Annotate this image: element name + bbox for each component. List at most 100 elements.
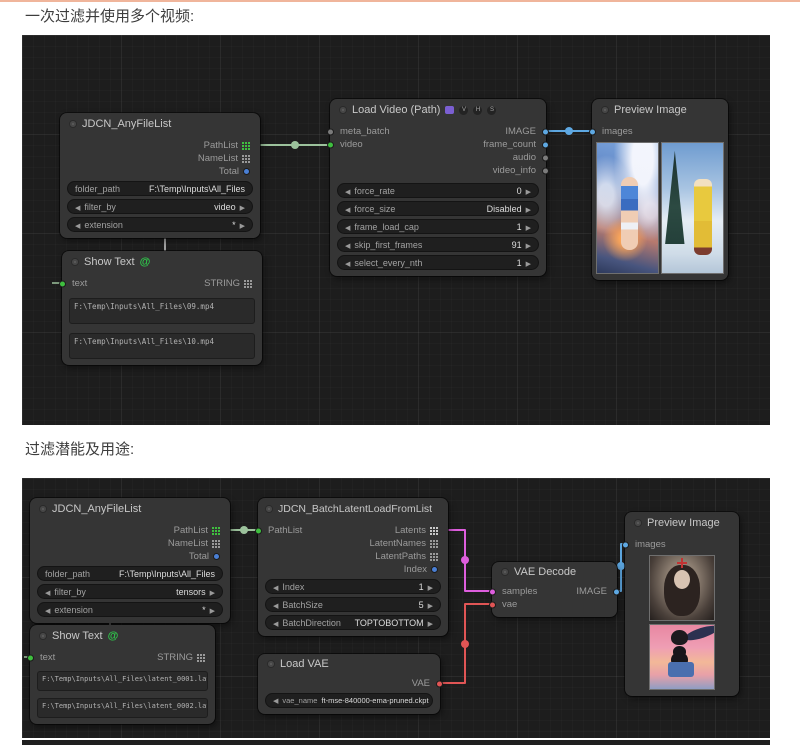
- node-load-vae[interactable]: Load VAE VAE vae_name ft-mse-840000-ema-…: [258, 654, 440, 714]
- widget-force-size[interactable]: force_size Disabled: [337, 201, 539, 216]
- output-dot-image[interactable]: [613, 588, 620, 595]
- arrow-left-icon[interactable]: [45, 587, 50, 597]
- link-dot[interactable]: [617, 562, 625, 570]
- node-jdcn-batch-latent-load[interactable]: JDCN_BatchLatentLoadFromList PathList La…: [258, 498, 448, 636]
- link-dot[interactable]: [291, 141, 299, 149]
- arrow-left-icon[interactable]: [345, 258, 350, 268]
- graph-canvas-1[interactable]: JDCN_AnyFileList PathList NameList Total…: [22, 35, 770, 425]
- arrow-right-icon[interactable]: [526, 186, 531, 196]
- collapse-dot-icon[interactable]: [39, 632, 47, 640]
- output-dot[interactable]: [243, 168, 250, 175]
- widget-frame-load-cap[interactable]: frame_load_cap 1: [337, 219, 539, 234]
- output-dot-audio[interactable]: [542, 154, 549, 161]
- arrow-right-icon[interactable]: [428, 582, 433, 592]
- list-output-icon[interactable]: [242, 142, 250, 150]
- node-title-bar[interactable]: JDCN_AnyFileList: [60, 113, 260, 135]
- input-dot-meta-batch[interactable]: [327, 128, 334, 135]
- widget-batchsize[interactable]: BatchSize 5: [265, 597, 441, 612]
- collapse-dot-icon[interactable]: [71, 258, 79, 266]
- arrow-left-icon[interactable]: [345, 204, 350, 214]
- collapse-dot-icon[interactable]: [267, 660, 275, 668]
- input-dot-vae[interactable]: [489, 601, 496, 608]
- node-title-bar[interactable]: Show Text: [62, 251, 262, 273]
- widget-extension[interactable]: extension *: [67, 217, 253, 232]
- arrow-left-icon[interactable]: [273, 618, 278, 628]
- input-dot-images[interactable]: [622, 541, 629, 548]
- arrow-left-icon[interactable]: [345, 186, 350, 196]
- output-dot-frame-count[interactable]: [542, 141, 549, 148]
- widget-folder-path[interactable]: folder_path F:\Temp\Inputs\All_Files: [67, 181, 253, 196]
- arrow-left-icon[interactable]: [345, 240, 350, 250]
- link-dot[interactable]: [461, 556, 469, 564]
- list-output-icon[interactable]: [430, 553, 438, 561]
- showtext-line-1[interactable]: F:\Temp\Inputs\All_Files\09.mp4: [69, 298, 255, 324]
- node-preview-image[interactable]: Preview Image images: [625, 512, 739, 696]
- node-title-bar[interactable]: Load VAE: [258, 654, 440, 674]
- widget-index[interactable]: Index 1: [265, 579, 441, 594]
- input-dot-text[interactable]: [27, 654, 34, 661]
- node-title-bar[interactable]: JDCN_BatchLatentLoadFromList: [258, 498, 448, 520]
- arrow-right-icon[interactable]: [526, 222, 531, 232]
- node-jdcn-anyfilelist[interactable]: JDCN_AnyFileList PathList NameList Total…: [30, 498, 230, 623]
- output-dot[interactable]: [213, 553, 220, 560]
- output-dot-vae[interactable]: [436, 680, 443, 687]
- arrow-left-icon[interactable]: [45, 605, 50, 615]
- list-output-icon[interactable]: [244, 280, 252, 288]
- collapse-dot-icon[interactable]: [265, 505, 273, 513]
- widget-extension[interactable]: extension *: [37, 602, 223, 617]
- input-dot-samples[interactable]: [489, 588, 496, 595]
- list-output-icon[interactable]: [212, 527, 220, 535]
- arrow-right-icon[interactable]: [526, 204, 531, 214]
- arrow-right-icon[interactable]: [526, 240, 531, 250]
- arrow-right-icon[interactable]: [240, 202, 245, 212]
- widget-filter-by[interactable]: filter_by video: [67, 199, 253, 214]
- node-title-bar[interactable]: Show Text: [30, 625, 215, 647]
- arrow-right-icon[interactable]: [210, 587, 215, 597]
- arrow-left-icon[interactable]: [75, 202, 80, 212]
- input-dot-images[interactable]: [589, 128, 596, 135]
- arrow-right-icon[interactable]: [526, 258, 531, 268]
- graph-canvas-2[interactable]: JDCN_AnyFileList PathList NameList Total…: [22, 478, 770, 738]
- showtext-line-1[interactable]: F:\Temp\Inputs\All_Files\latent_0001.lat…: [37, 671, 208, 691]
- list-output-icon[interactable]: [430, 540, 438, 548]
- node-title-bar[interactable]: VAE Decode: [492, 562, 617, 582]
- node-show-text[interactable]: Show Text text STRING F:\Temp\Inputs\All…: [62, 251, 262, 365]
- showtext-line-2[interactable]: F:\Temp\Inputs\All_Files\10.mp4: [69, 333, 255, 359]
- output-dot[interactable]: [431, 566, 438, 573]
- list-output-icon[interactable]: [212, 540, 220, 548]
- arrow-right-icon[interactable]: [428, 600, 433, 610]
- collapse-dot-icon[interactable]: [601, 106, 609, 114]
- collapse-dot-icon[interactable]: [69, 120, 77, 128]
- widget-batchdirection[interactable]: BatchDirection TOPTOBOTTOM: [265, 615, 441, 630]
- collapse-dot-icon[interactable]: [501, 568, 509, 576]
- list-output-icon[interactable]: [242, 155, 250, 163]
- arrow-left-icon[interactable]: [345, 222, 350, 232]
- node-load-video-path[interactable]: Load Video (Path) V H S meta_batch IMAGE…: [330, 99, 546, 276]
- link-dot[interactable]: [461, 640, 469, 648]
- input-dot-pathlist[interactable]: [255, 527, 262, 534]
- output-dot-video-info[interactable]: [542, 167, 549, 174]
- input-dot-video[interactable]: [327, 141, 334, 148]
- arrow-right-icon[interactable]: [428, 618, 433, 628]
- node-title-bar[interactable]: Preview Image: [592, 99, 728, 121]
- node-preview-image[interactable]: Preview Image images: [592, 99, 728, 280]
- arrow-left-icon[interactable]: [273, 696, 278, 705]
- collapse-dot-icon[interactable]: [634, 519, 642, 527]
- widget-force-rate[interactable]: force_rate 0: [337, 183, 539, 198]
- list-output-icon[interactable]: [430, 527, 438, 535]
- list-output-icon[interactable]: [197, 654, 205, 662]
- node-jdcn-anyfilelist[interactable]: JDCN_AnyFileList PathList NameList Total…: [60, 113, 260, 238]
- showtext-line-2[interactable]: F:\Temp\Inputs\All_Files\latent_0002.lat…: [37, 698, 208, 718]
- arrow-left-icon[interactable]: [273, 582, 278, 592]
- widget-filter-by[interactable]: filter_by tensors: [37, 584, 223, 599]
- link-dot[interactable]: [565, 127, 573, 135]
- arrow-right-icon[interactable]: [240, 220, 245, 230]
- node-show-text[interactable]: Show Text text STRING F:\Temp\Inputs\All…: [30, 625, 215, 724]
- node-title-bar[interactable]: JDCN_AnyFileList: [30, 498, 230, 520]
- arrow-left-icon[interactable]: [273, 600, 278, 610]
- node-title-bar[interactable]: Preview Image: [625, 512, 739, 534]
- collapse-dot-icon[interactable]: [339, 106, 347, 114]
- widget-folder-path[interactable]: folder_path F:\Temp\Inputs\All_Files: [37, 566, 223, 581]
- output-dot-image[interactable]: [542, 128, 549, 135]
- node-title-bar[interactable]: Load Video (Path) V H S: [330, 99, 546, 121]
